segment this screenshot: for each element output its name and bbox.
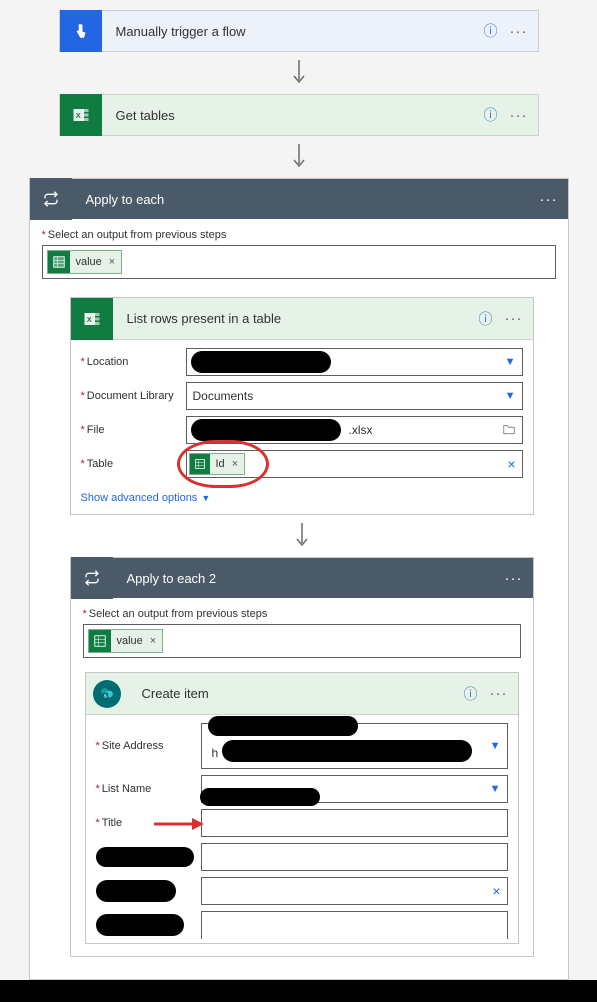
redaction [191, 419, 341, 441]
create-item-panel: S Create item ⓘ ··· [85, 672, 519, 944]
chevron-down-icon[interactable]: ▼ [505, 390, 516, 402]
apply-to-each-2-panel: Apply to each 2 ··· *Select an output fr… [70, 557, 534, 957]
redacted-label [96, 880, 201, 902]
get-tables-menu[interactable]: ··· [510, 107, 528, 124]
help-icon[interactable]: ⓘ [484, 21, 498, 41]
apply2-header[interactable]: Apply to each 2 ··· [71, 558, 533, 598]
redacted-input[interactable] [201, 843, 508, 871]
svg-text:S: S [103, 693, 106, 698]
redacted-input[interactable] [201, 911, 508, 939]
remove-token-icon[interactable]: × [106, 256, 121, 268]
apply-to-each-header[interactable]: Apply to each ··· [30, 179, 568, 219]
doclib-input[interactable]: Documents ▼ [186, 382, 523, 410]
loop-icon [30, 178, 72, 220]
trigger-title: Manually trigger a flow [102, 24, 484, 39]
file-label: *File [81, 424, 186, 436]
clear-icon[interactable]: × [492, 883, 500, 899]
location-input[interactable]: ▼ [186, 348, 523, 376]
value-token[interactable]: value × [88, 629, 164, 653]
sharepoint-icon: S [86, 673, 128, 715]
excel-icon [89, 630, 111, 652]
apply2-title: Apply to each 2 [113, 571, 505, 586]
bottom-crop [0, 980, 597, 1002]
create-item-menu[interactable]: ··· [490, 685, 508, 702]
redacted-label [96, 847, 201, 867]
redaction [191, 351, 331, 373]
redacted-label [96, 914, 201, 936]
title-field-label: *Title [96, 817, 201, 829]
table-label: *Table [81, 458, 186, 470]
select-output-label: *Select an output from previous steps [83, 608, 521, 620]
table-input[interactable]: Id × × [186, 450, 523, 478]
help-icon[interactable]: ⓘ [484, 105, 498, 125]
excel-icon: X [71, 298, 113, 340]
select-output-input[interactable]: value × [42, 245, 556, 279]
list-rows-header[interactable]: X List rows present in a table ⓘ ··· [71, 298, 533, 340]
redaction [200, 788, 320, 806]
loop-icon [71, 557, 113, 599]
touch-icon [60, 10, 102, 52]
doclib-label: *Document Library [81, 390, 186, 402]
location-label: *Location [81, 356, 186, 368]
id-token[interactable]: Id × [189, 453, 246, 475]
arrow-icon [20, 136, 577, 178]
show-advanced-options[interactable]: Show advanced options ▼ [81, 492, 211, 504]
site-address-label: *Site Address [96, 740, 201, 752]
list-rows-panel: X List rows present in a table ⓘ ··· *Lo… [70, 297, 534, 515]
select-output-input[interactable]: value × [83, 624, 521, 658]
folder-icon[interactable] [502, 423, 516, 438]
arrow-icon [20, 52, 577, 94]
get-tables-title: Get tables [102, 108, 484, 123]
apply-to-each-panel: Apply to each ··· *Select an output from… [29, 178, 569, 980]
redaction [208, 716, 358, 736]
list-name-input[interactable]: ▼ [201, 775, 508, 803]
trigger-card[interactable]: Manually trigger a flow ⓘ ··· [59, 10, 539, 52]
list-rows-menu[interactable]: ··· [505, 310, 523, 327]
arrow-icon [70, 515, 534, 557]
remove-token-icon[interactable]: × [147, 635, 162, 647]
excel-icon [190, 454, 210, 474]
redacted-input[interactable]: × [201, 877, 508, 905]
site-address-input[interactable]: h ▼ [201, 723, 508, 769]
file-input[interactable]: .xlsx [186, 416, 523, 444]
clear-icon[interactable]: × [507, 456, 515, 472]
trigger-menu[interactable]: ··· [510, 23, 528, 40]
apply-menu[interactable]: ··· [540, 191, 558, 208]
apply-title: Apply to each [72, 192, 540, 207]
help-icon[interactable]: ⓘ [479, 309, 493, 329]
select-output-label: *Select an output from previous steps [42, 229, 556, 241]
svg-text:X: X [75, 111, 80, 120]
chevron-down-icon[interactable]: ▼ [505, 356, 516, 368]
apply2-menu[interactable]: ··· [505, 570, 523, 587]
chevron-down-icon[interactable]: ▼ [490, 783, 501, 795]
title-input[interactable] [201, 809, 508, 837]
chevron-down-icon[interactable]: ▼ [490, 740, 501, 752]
excel-icon [48, 251, 70, 273]
trigger-card-row: Manually trigger a flow ⓘ ··· [59, 10, 539, 52]
remove-token-icon[interactable]: × [229, 458, 244, 470]
list-name-label: *List Name [96, 783, 201, 795]
get-tables-card[interactable]: X Get tables ⓘ ··· [59, 94, 539, 136]
svg-text:X: X [86, 315, 91, 324]
flow-canvas: Manually trigger a flow ⓘ ··· X Get tabl… [0, 0, 597, 980]
list-rows-title: List rows present in a table [113, 311, 479, 326]
redaction [222, 740, 472, 762]
value-token[interactable]: value × [47, 250, 123, 274]
get-tables-row: X Get tables ⓘ ··· [59, 94, 539, 136]
create-item-title: Create item [128, 686, 464, 701]
chevron-down-icon: ▼ [201, 493, 210, 503]
help-icon[interactable]: ⓘ [464, 684, 478, 704]
create-item-header[interactable]: S Create item ⓘ ··· [86, 673, 518, 715]
excel-icon: X [60, 94, 102, 136]
